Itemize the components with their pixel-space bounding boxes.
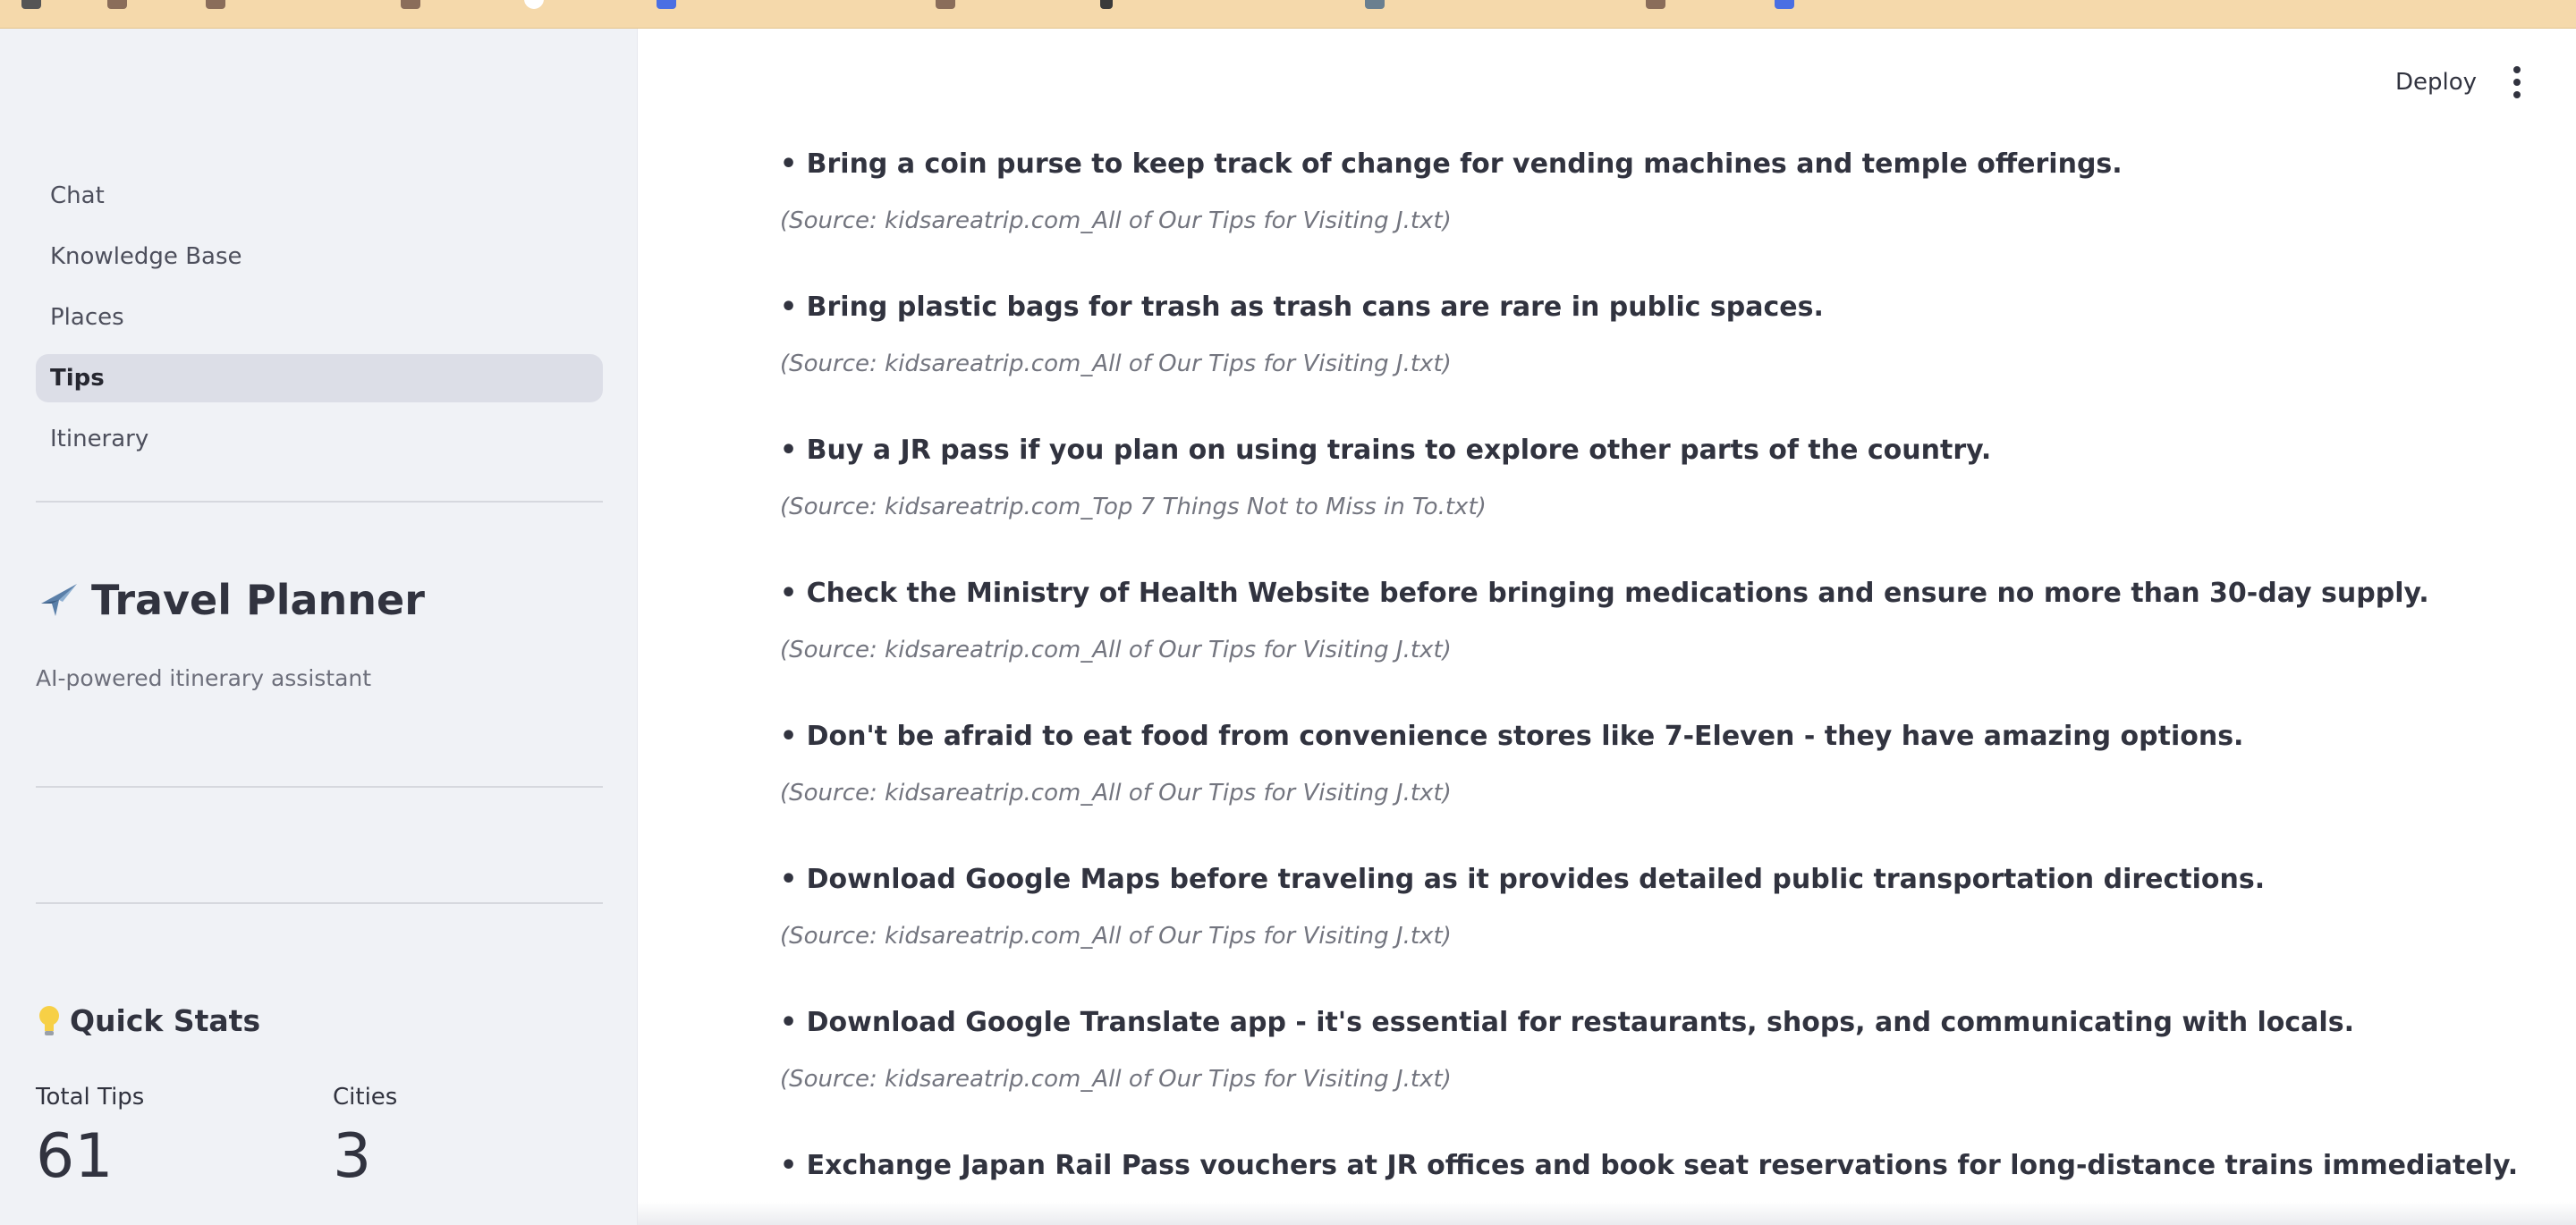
tip-source: (Source: kidsareatrip.com_All of Our Tip…	[780, 637, 1452, 663]
metric-value: 3	[333, 1121, 372, 1192]
metric-cities: Cities 3	[333, 1084, 397, 1192]
sidebar-divider	[36, 501, 603, 503]
airplane-icon	[41, 584, 77, 616]
tip-item: • Download Google Translate app - it's e…	[780, 1000, 2479, 1143]
tip-source: (Source: kidsareatrip.com_All of Our Tip…	[780, 1066, 1452, 1093]
sidebar-item-chat[interactable]: Chat	[36, 172, 603, 220]
browser-tab-icon[interactable]	[1365, 0, 1385, 9]
browser-tab-icon[interactable]	[21, 0, 41, 9]
tip-text: • Bring a coin purse to keep track of ch…	[780, 148, 2123, 180]
tip-text: • Don't be afraid to eat food from conve…	[780, 721, 2244, 752]
tip-text: • Bring plastic bags for trash as trash …	[780, 291, 1824, 323]
tip-item: • Download Google Maps before traveling …	[780, 857, 2479, 1000]
sidebar-divider	[36, 786, 603, 788]
tip-source: (Source: kidsareatrip.com_All of Our Tip…	[780, 780, 1452, 807]
sidebar-divider	[36, 902, 603, 904]
tip-item: • Don't be afraid to eat food from conve…	[780, 714, 2479, 857]
app-title-text: Travel Planner	[91, 576, 425, 624]
metric-label: Cities	[333, 1084, 398, 1111]
sidebar-item-places[interactable]: Places	[36, 293, 603, 342]
browser-tab-strip	[0, 0, 2576, 29]
sidebar-nav: Chat Knowledge Base Places Tips Itinerar…	[36, 172, 603, 476]
tip-item: • Buy a JR pass if you plan on using tra…	[780, 427, 2479, 570]
tip-item: • Bring plastic bags for trash as trash …	[780, 284, 2479, 427]
tip-item: • Bring a coin purse to keep track of ch…	[780, 141, 2479, 284]
quick-stats-title: Quick Stats	[36, 1003, 260, 1038]
browser-tab-icon[interactable]	[1775, 0, 1794, 9]
sidebar-item-itinerary[interactable]: Itinerary	[36, 415, 603, 463]
more-vert-icon[interactable]	[2504, 63, 2529, 102]
tip-text: • Check the Ministry of Health Website b…	[780, 578, 2429, 609]
tip-text: • Buy a JR pass if you plan on using tra…	[780, 435, 1992, 466]
sidebar: Chat Knowledge Base Places Tips Itinerar…	[0, 29, 638, 1225]
sidebar-item-knowledge-base[interactable]: Knowledge Base	[36, 232, 603, 281]
browser-tab-icon[interactable]	[1646, 0, 1665, 9]
browser-tab-icon[interactable]	[206, 0, 225, 9]
lightbulb-icon	[39, 1005, 59, 1035]
browser-tab-icon[interactable]	[657, 0, 676, 9]
tip-source: (Source: kidsareatrip.com_All of Our Tip…	[780, 923, 1452, 950]
tip-source: (Source: kidsareatrip.com_All of Our Tip…	[780, 207, 1452, 234]
browser-tab-icon[interactable]	[107, 0, 127, 9]
tip-item: • Check the Ministry of Health Website b…	[780, 570, 2479, 714]
metric-total-tips: Total Tips 61	[36, 1084, 144, 1192]
browser-tab-icon[interactable]	[1100, 0, 1113, 9]
browser-tab-icon[interactable]	[401, 0, 420, 9]
quick-stats-title-text: Quick Stats	[70, 1003, 261, 1038]
deploy-button[interactable]: Deploy	[2383, 59, 2489, 106]
tip-source: (Source: kidsareatrip.com_All of Our Tip…	[780, 351, 1452, 377]
browser-tab-icon[interactable]	[524, 0, 544, 9]
tip-text: • Download Google Translate app - it's e…	[780, 1007, 2354, 1038]
metric-label: Total Tips	[36, 1084, 145, 1111]
scroll-fade	[638, 1202, 2576, 1225]
tips-list: • Bring a coin purse to keep track of ch…	[780, 141, 2519, 1225]
app-title: Travel Planner	[36, 576, 425, 624]
app-subtitle: AI-powered itinerary assistant	[36, 665, 372, 691]
tip-source: (Source: kidsareatrip.com_Top 7 Things N…	[780, 494, 1487, 520]
tip-text: • Exchange Japan Rail Pass vouchers at J…	[780, 1150, 2519, 1181]
sidebar-item-tips[interactable]: Tips	[36, 354, 603, 402]
metric-value: 61	[36, 1121, 114, 1192]
tip-text: • Download Google Maps before traveling …	[780, 864, 2266, 895]
browser-tab-icon[interactable]	[936, 0, 955, 9]
